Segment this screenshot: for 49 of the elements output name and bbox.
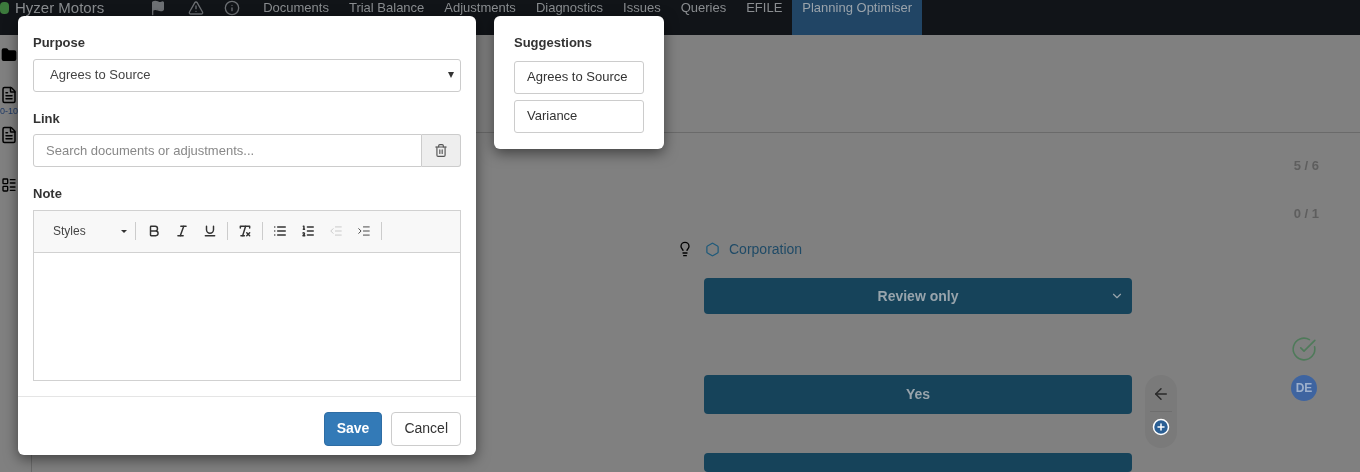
nav-tab[interactable]: Trial Balance: [338, 0, 435, 35]
clear-format-icon: [238, 224, 252, 238]
indent-icon: [357, 224, 371, 238]
add-icon[interactable]: [1152, 418, 1170, 437]
outdent-icon: [329, 224, 343, 238]
bold-icon: [147, 224, 161, 238]
folder-icon[interactable]: [0, 47, 18, 63]
numbered-list-icon: [301, 224, 315, 238]
info-icon[interactable]: [224, 0, 241, 16]
nav-tab[interactable]: Documents: [253, 0, 339, 35]
trash-icon: [434, 143, 448, 158]
dropdown-caret-icon: [448, 72, 454, 78]
review-select[interactable]: Review only: [704, 278, 1132, 315]
caret-icon: [121, 229, 127, 233]
purpose-select[interactable]: Agrees to Source: [33, 58, 461, 92]
document-label: 0-10: [0, 105, 18, 118]
user-avatar: DE: [1291, 375, 1317, 402]
warning-icon[interactable]: [188, 0, 205, 16]
styles-dropdown[interactable]: Styles: [53, 222, 131, 240]
logo-icon: [0, 2, 9, 14]
field-label: Purpose: [33, 34, 86, 52]
link-search-field[interactable]: Search documents or adjustments...: [33, 134, 422, 167]
document-icon[interactable]: [0, 85, 18, 105]
field-label: Link: [33, 109, 61, 128]
save-button[interactable]: Save: [323, 411, 383, 446]
nav-tab[interactable]: Queries: [670, 0, 737, 35]
italic-icon: [175, 224, 189, 238]
answer-button[interactable]: Yes: [704, 375, 1132, 415]
check-circle-icon[interactable]: [1291, 336, 1317, 363]
app-name[interactable]: Hyzer Motors: [15, 0, 105, 15]
list-icon[interactable]: [0, 176, 18, 193]
underline-icon: [203, 224, 217, 238]
popover-title: Suggestions: [514, 34, 593, 52]
flag-icon[interactable]: [150, 0, 167, 16]
suggestion-button[interactable]: Variance: [514, 99, 644, 133]
delete-button[interactable]: [422, 134, 461, 167]
bulleted-list-icon: [273, 224, 287, 238]
cancel-button[interactable]: Cancel: [391, 411, 461, 446]
nav-tab[interactable]: Diagnostics: [525, 0, 614, 35]
nav-tab[interactable]: Issues: [613, 0, 671, 35]
hexagon-icon: [705, 241, 720, 257]
lightbulb-icon[interactable]: [677, 240, 693, 259]
rich-text-editor[interactable]: Styles: [33, 209, 461, 381]
suggestion-button[interactable]: Agrees to Source: [514, 60, 644, 94]
field-label: Note: [33, 185, 63, 203]
nav-tab[interactable]: Adjustments: [434, 0, 526, 35]
nav-tab[interactable]: Planning Optimiser: [792, 0, 923, 35]
nav-tab[interactable]: EFILE: [736, 0, 793, 35]
document-icon[interactable]: [0, 124, 18, 145]
